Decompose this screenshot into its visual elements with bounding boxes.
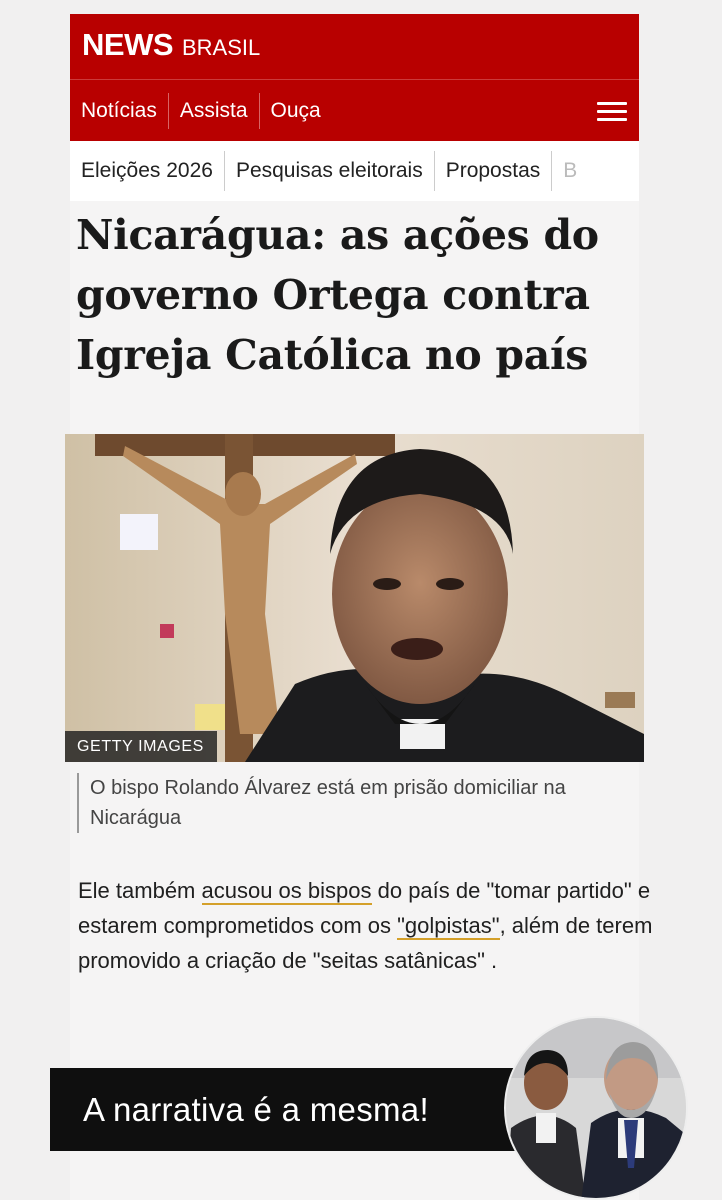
two-men-photo-image [506,1018,686,1198]
highlighted-text: "golpistas" [397,913,500,940]
secondary-nav: Eleições 2026 Pesquisas eleitorais Propo… [70,141,639,201]
subnav-item-truncated[interactable]: B [551,151,588,191]
article-paragraph: Ele também acusou os bispos do país de "… [78,873,668,978]
masthead: NEWS BRASIL [70,14,639,79]
article-headline: Nicarágua: as ações do governo Ortega co… [76,211,599,379]
site-logo[interactable]: NEWS BRASIL [82,27,260,63]
nav-item-assista[interactable]: Assista [167,93,259,129]
photo-caption: O bispo Rolando Álvarez está em prisão d… [77,773,637,833]
photo-credit: GETTY IMAGES [65,731,217,762]
nav-item-noticias[interactable]: Notícias [70,93,168,129]
bishop-photo-image [65,434,644,762]
highlighted-text: acusou os bispos [201,878,372,905]
subnav-item-eleicoes[interactable]: Eleições 2026 [70,151,224,191]
primary-nav: Notícias Assista Ouça [70,79,639,142]
overlay-caption-text: A narrativa é a mesma! [83,1090,429,1128]
subnav-item-pesquisas[interactable]: Pesquisas eleitorais [223,151,434,191]
subnav-item-propostas[interactable]: Propostas [433,151,552,191]
article-photo: GETTY IMAGES [65,434,644,762]
overlay-caption-banner: A narrativa é a mesma! [50,1068,530,1151]
nav-item-ouca[interactable]: Ouça [258,93,332,129]
overlay-circle-photo [504,1016,688,1200]
logo-brasil: BRASIL [182,35,261,60]
logo-news: NEWS [82,27,174,62]
hamburger-menu-icon[interactable] [597,102,627,122]
paragraph-text: Ele também [78,878,202,903]
